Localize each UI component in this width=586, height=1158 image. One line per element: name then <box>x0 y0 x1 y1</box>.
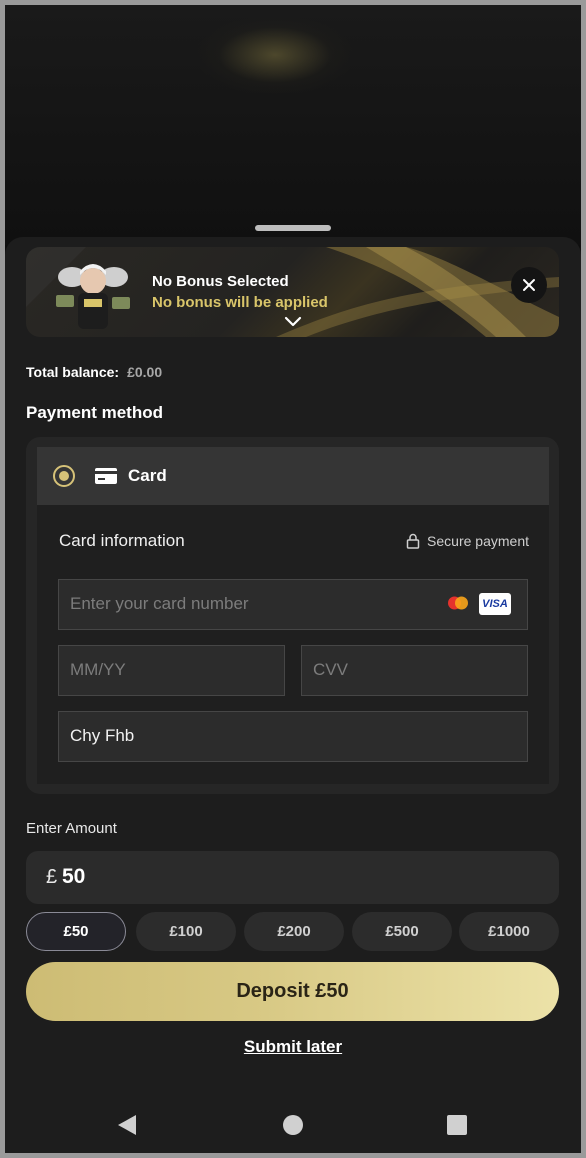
payment-method-panel: Card Card information Secure payment Ent… <box>26 437 559 794</box>
home-icon[interactable] <box>283 1115 303 1135</box>
preset-1000-button[interactable]: £1000 <box>459 912 559 951</box>
card-option-label: Card <box>128 466 167 485</box>
card-radio[interactable] <box>53 465 75 487</box>
secure-payment-text: Secure payment <box>427 533 529 549</box>
cardholder-name-value: Chy Fhb <box>70 726 135 745</box>
credit-card-icon <box>95 468 117 484</box>
total-balance: Total balance: £0.00 <box>26 364 162 380</box>
android-nav-bar <box>5 1093 581 1153</box>
amount-input[interactable]: £ 50 <box>26 851 559 904</box>
bonus-subtitle: No bonus will be applied <box>152 294 328 311</box>
cvv-placeholder: CVV <box>313 660 348 679</box>
preset-500-button[interactable]: £500 <box>352 912 452 951</box>
deposit-sheet: No Bonus Selected No bonus will be appli… <box>5 237 581 1153</box>
preset-100-button[interactable]: £100 <box>136 912 236 951</box>
sheet-drag-handle[interactable] <box>255 225 331 231</box>
deposit-button[interactable]: Deposit £50 <box>26 962 559 1021</box>
balance-value: £0.00 <box>127 364 163 380</box>
expiry-input[interactable]: MM/YY <box>58 645 285 696</box>
chevron-down-icon[interactable] <box>282 313 304 329</box>
currency-symbol: £ <box>46 866 58 888</box>
card-number-placeholder: Enter your card number <box>70 594 249 613</box>
card-number-input[interactable]: Enter your card number VISA <box>58 579 528 630</box>
card-information-title: Card information <box>59 531 185 550</box>
balance-label: Total balance: <box>26 364 120 380</box>
visa-icon: VISA <box>479 593 511 615</box>
secure-payment-label: Secure payment <box>406 533 529 549</box>
amount-value: 50 <box>62 865 86 888</box>
close-button[interactable] <box>511 267 547 303</box>
bonus-title: No Bonus Selected <box>152 273 289 290</box>
preset-200-button[interactable]: £200 <box>244 912 344 951</box>
enter-amount-label: Enter Amount <box>26 820 117 837</box>
lock-icon <box>406 533 420 549</box>
cardholder-name-input[interactable]: Chy Fhb <box>58 711 528 762</box>
close-icon <box>523 279 535 291</box>
submit-later-link[interactable]: Submit later <box>5 1037 581 1057</box>
card-information-form: Card information Secure payment Enter yo… <box>37 505 549 784</box>
cvv-input[interactable]: CVV <box>301 645 528 696</box>
amount-presets: £50 £100 £200 £500 £1000 <box>26 912 559 952</box>
bonus-banner[interactable]: No Bonus Selected No bonus will be appli… <box>26 247 559 337</box>
expiry-placeholder: MM/YY <box>70 660 126 679</box>
payment-method-card-option[interactable]: Card <box>37 447 549 505</box>
mascot-avatar-icon <box>56 264 130 329</box>
preset-50-button[interactable]: £50 <box>26 912 126 951</box>
mastercard-icon <box>448 596 468 610</box>
payment-method-title: Payment method <box>26 403 163 422</box>
screen: No Bonus Selected No bonus will be appli… <box>5 5 581 1153</box>
blurred-backdrop <box>5 5 581 245</box>
recent-apps-icon[interactable] <box>447 1115 467 1135</box>
back-icon[interactable] <box>116 1113 138 1137</box>
